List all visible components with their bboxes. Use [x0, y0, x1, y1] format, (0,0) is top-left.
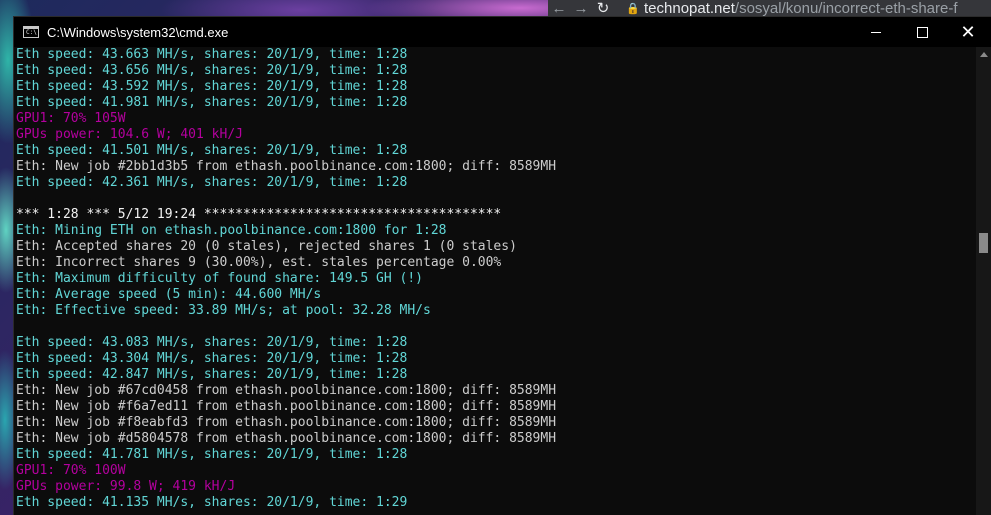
console-line: Eth: New job #f6a7ed11 from ethash.poolb…	[16, 399, 557, 414]
console-line: *** 1:28 *** 5/12 19:24 ****************…	[16, 207, 502, 222]
console-line: Eth: Maximum difficulty of found share: …	[16, 271, 423, 286]
console-line: Eth speed: 41.981 MH/s, shares: 20/1/9, …	[16, 95, 408, 110]
console-output[interactable]: Eth speed: 43.663 MH/s, shares: 20/1/9, …	[14, 47, 978, 515]
close-button[interactable]: ✕	[945, 17, 991, 47]
minimize-button[interactable]	[853, 17, 899, 47]
browser-toolbar: ← → ↻ 🔒 technopat.net/sosyal/konu/incorr…	[548, 0, 991, 17]
console-line: Eth speed: 43.656 MH/s, shares: 20/1/9, …	[16, 63, 408, 78]
scrollbar-thumb[interactable]	[979, 233, 988, 253]
maximize-button[interactable]	[899, 17, 945, 47]
console-line: Eth speed: 41.135 MH/s, shares: 20/1/9, …	[16, 495, 408, 510]
console-line: Eth: Accepted shares 20 (0 stales), reje…	[16, 239, 517, 254]
console-line: Eth: Incorrect shares 9 (30.00%), est. s…	[16, 255, 502, 270]
console-line: Eth: Average speed (5 min): 44.600 MH/s	[16, 287, 322, 302]
console-line: Eth: New job #67cd0458 from ethash.poolb…	[16, 383, 557, 398]
console-line: Eth speed: 43.304 MH/s, shares: 20/1/9, …	[16, 351, 408, 366]
console-line: Eth: New job #d5804578 from ethash.poolb…	[16, 431, 557, 446]
console-line: Eth: Mining ETH on ethash.poolbinance.co…	[16, 223, 447, 238]
forward-arrow-icon[interactable]: →	[570, 0, 592, 17]
window-title: C:\Windows\system32\cmd.exe	[47, 24, 229, 40]
console-line: Eth speed: 41.781 MH/s, shares: 20/1/9, …	[16, 447, 408, 462]
url-host: technopat.net	[644, 0, 735, 17]
console-line: Eth: New job #f8eabfd3 from ethash.poolb…	[16, 415, 557, 430]
cmd-app-icon[interactable]: C:\	[23, 26, 39, 38]
address-bar[interactable]: technopat.net/sosyal/konu/incorrect-eth-…	[644, 0, 958, 17]
console-line: Eth speed: 42.361 MH/s, shares: 20/1/9, …	[16, 175, 408, 190]
console-line: GPUs power: 104.6 W; 401 kH/J	[16, 127, 243, 142]
console-line: Eth speed: 43.592 MH/s, shares: 20/1/9, …	[16, 79, 408, 94]
cmd-window: C:\ C:\Windows\system32\cmd.exe ✕ Eth sp…	[14, 17, 991, 515]
console-line: GPU1: 70% 100W	[16, 463, 126, 478]
cmd-icon-text: C:\	[26, 29, 37, 36]
maximize-icon	[916, 26, 928, 38]
reload-icon[interactable]: ↻	[592, 0, 614, 17]
console-line: Eth speed: 42.847 MH/s, shares: 20/1/9, …	[16, 367, 408, 382]
console-line: Eth speed: 43.663 MH/s, shares: 20/1/9, …	[16, 47, 408, 62]
minimize-icon	[871, 31, 881, 33]
url-path: /sosyal/konu/incorrect-eth-share-f	[734, 0, 958, 17]
console-line: Eth speed: 43.083 MH/s, shares: 20/1/9, …	[16, 335, 408, 350]
console-line: Eth: New job #2bb1d3b5 from ethash.poolb…	[16, 159, 557, 174]
window-titlebar[interactable]: C:\ C:\Windows\system32\cmd.exe ✕	[14, 17, 991, 47]
console-line: GPU1: 70% 105W	[16, 111, 126, 126]
back-arrow-icon[interactable]: ←	[548, 0, 570, 17]
console-line: Eth speed: 41.501 MH/s, shares: 20/1/9, …	[16, 143, 408, 158]
console-line: GPUs power: 99.8 W; 419 kH/J	[16, 479, 236, 494]
console-line: Eth: Effective speed: 33.89 MH/s; at poo…	[16, 303, 431, 318]
close-icon: ✕	[960, 21, 976, 42]
lock-icon[interactable]: 🔒	[626, 2, 640, 15]
scroll-up-icon[interactable]	[980, 52, 988, 57]
vertical-scrollbar[interactable]	[976, 47, 991, 515]
